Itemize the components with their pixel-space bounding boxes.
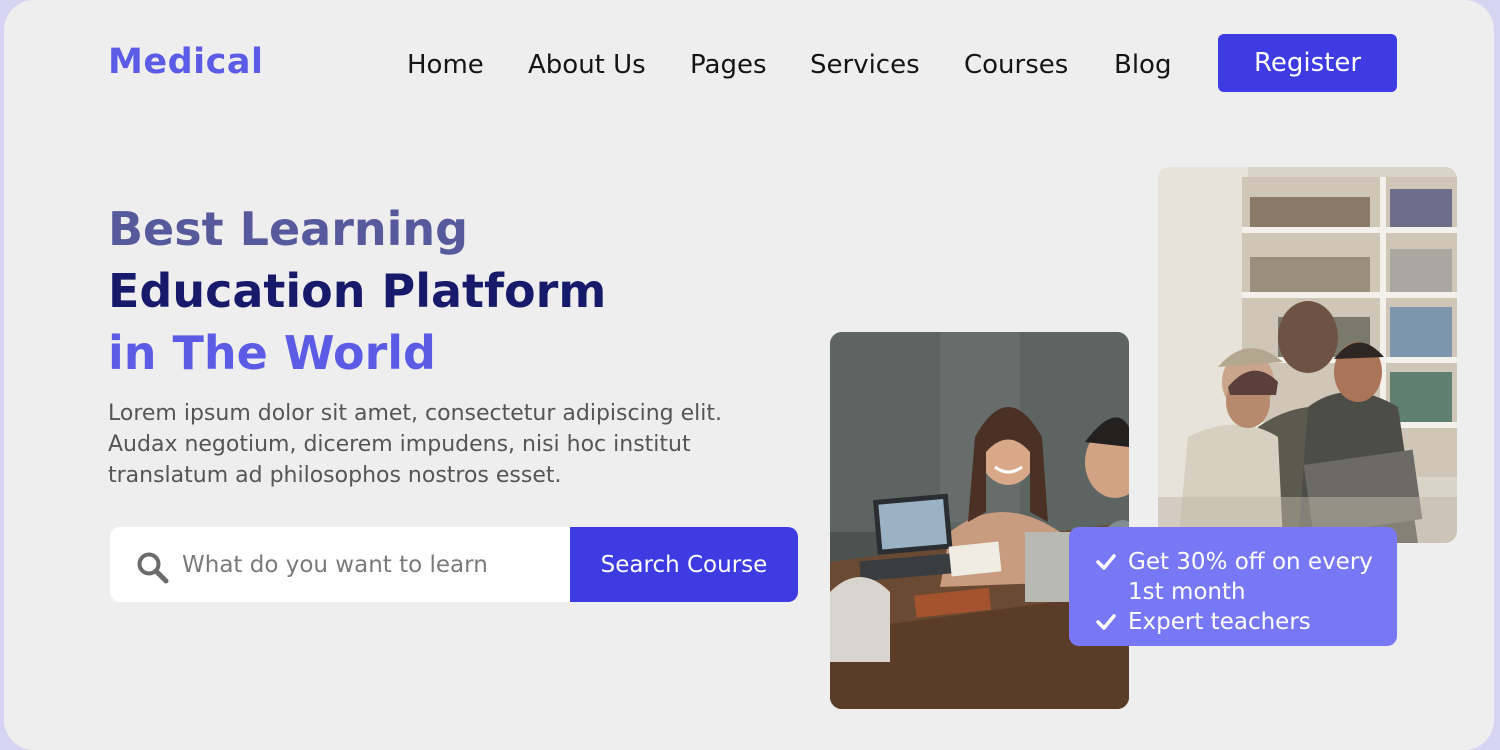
- promo-card: Get 30% off on every 1st month Expert te…: [1069, 527, 1397, 646]
- course-search-bar: Search Course: [110, 527, 798, 602]
- search-course-button[interactable]: Search Course: [570, 527, 798, 602]
- students-table-photo: [830, 332, 1129, 709]
- nav-item-courses[interactable]: Courses: [964, 50, 1068, 80]
- check-icon: [1096, 554, 1116, 570]
- search-input[interactable]: [182, 527, 562, 602]
- promo-item-teachers: Expert teachers: [1095, 607, 1387, 637]
- students-library-photo: [1158, 167, 1457, 543]
- nav-item-pages[interactable]: Pages: [690, 50, 767, 80]
- search-icon: [136, 551, 170, 585]
- nav-item-about-us[interactable]: About Us: [528, 50, 646, 80]
- nav-item-services[interactable]: Services: [810, 50, 920, 80]
- promo-item-discount-label: Get 30% off on every 1st month: [1128, 549, 1373, 605]
- register-button[interactable]: Register: [1218, 34, 1397, 92]
- promo-item-teachers-label: Expert teachers: [1128, 609, 1311, 635]
- promo-item-discount: Get 30% off on every 1st month: [1095, 547, 1387, 607]
- main-nav: Home About Us Pages Services Courses Blo…: [0, 50, 1200, 90]
- nav-item-blog[interactable]: Blog: [1114, 50, 1171, 80]
- hero-description: Lorem ipsum dolor sit amet, consectetur …: [108, 401, 722, 488]
- nav-item-home[interactable]: Home: [407, 50, 484, 80]
- hero-title-line-1: Best Learning: [108, 202, 469, 256]
- hero-title-line-3: in The World: [108, 326, 436, 380]
- hero-title-line-2: Education Platform: [108, 264, 607, 318]
- check-icon: [1096, 614, 1116, 630]
- hero-title: Best Learning Education Platform in The …: [108, 198, 606, 384]
